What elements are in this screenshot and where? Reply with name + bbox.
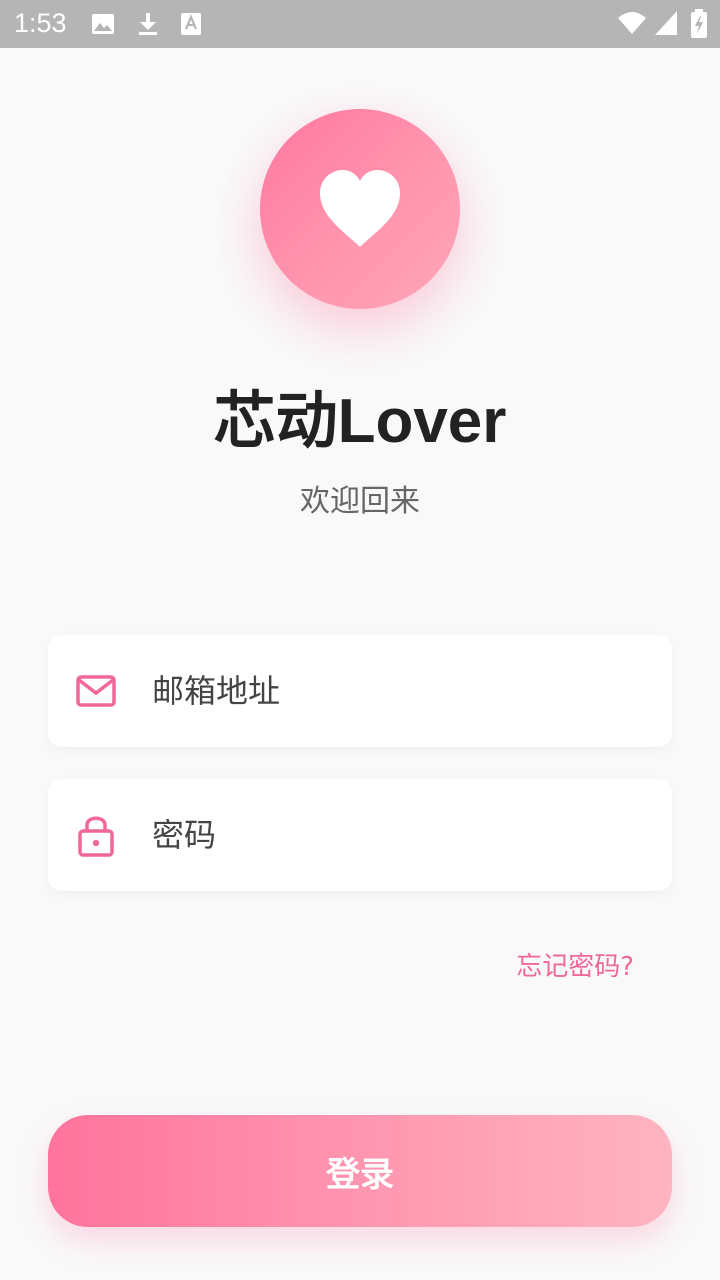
- welcome-subtitle: 欢迎回来: [300, 484, 420, 519]
- login-button[interactable]: 登录: [48, 1115, 672, 1227]
- status-bar: 1:53: [0, 0, 720, 48]
- status-time: 1:53: [14, 8, 67, 38]
- lock-icon: [78, 812, 114, 862]
- image-icon: [91, 12, 115, 40]
- email-input[interactable]: [152, 661, 642, 721]
- password-input[interactable]: [152, 805, 642, 865]
- forgot-password-link[interactable]: 忘记密码?: [516, 946, 634, 983]
- password-field-container: [48, 779, 672, 891]
- font-icon: [180, 12, 202, 40]
- email-field-container: [48, 635, 672, 747]
- app-title: 芯动Lover: [213, 387, 507, 456]
- battery-charging-icon: [690, 9, 708, 43]
- wifi-icon: [617, 10, 647, 40]
- signal-icon: [654, 10, 678, 40]
- app-logo: [260, 109, 460, 309]
- download-icon: [136, 12, 160, 40]
- mail-icon: [76, 671, 116, 715]
